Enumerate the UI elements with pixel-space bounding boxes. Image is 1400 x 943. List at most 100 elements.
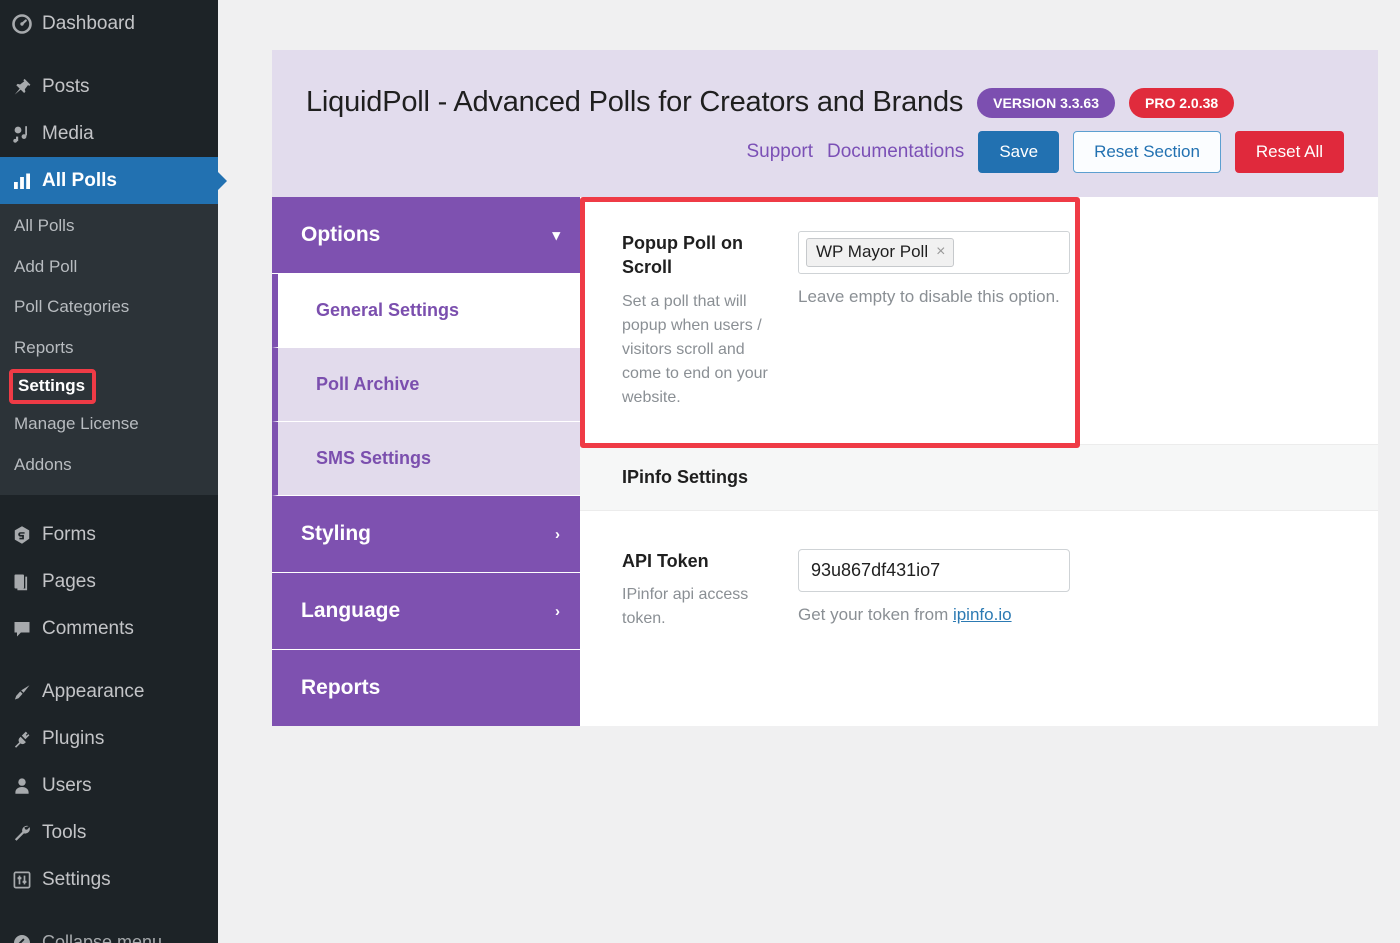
version-badge: VERSION 3.3.63 (977, 87, 1115, 118)
sidebar-label: Tools (42, 821, 87, 843)
popup-poll-help: Leave empty to disable this option. (798, 287, 1060, 306)
popup-poll-select[interactable]: WP Mayor Poll × (798, 231, 1070, 274)
sidebar-divider (0, 495, 218, 511)
sidebar-item-posts[interactable]: Posts (0, 63, 218, 110)
plug-icon (12, 729, 42, 749)
sidebar-item-tools[interactable]: Tools (0, 809, 218, 856)
media-icon (12, 124, 42, 144)
tab-styling-label: Styling (301, 522, 372, 545)
sidebar-item-all-polls[interactable]: All Polls (0, 157, 227, 204)
api-token-field-row: API Token IPinfor api access token. Get … (580, 511, 1378, 691)
sidebar-item-forms[interactable]: Forms (0, 511, 218, 558)
reset-section-button[interactable]: Reset Section (1073, 131, 1221, 173)
sidebar-label: Comments (42, 617, 134, 639)
selected-poll-label: WP Mayor Poll (816, 242, 929, 261)
sidebar-item-appearance[interactable]: Appearance (0, 668, 218, 715)
collapse-menu-label: Collapse menu (42, 932, 163, 943)
popup-poll-label-col: Popup Poll on Scroll Set a poll that wil… (622, 231, 798, 410)
tab-poll-archive[interactable]: Poll Archive (272, 348, 580, 422)
sidebar-label: Users (42, 774, 92, 796)
api-token-help-prefix: Get your token from (798, 604, 953, 624)
tab-reports-label: Reports (301, 676, 381, 699)
submenu-item-all-polls[interactable]: All Polls (0, 206, 218, 247)
sidebar-label: Posts (42, 75, 90, 97)
chevron-right-icon: › (555, 525, 560, 543)
chevron-right-icon: › (555, 602, 560, 620)
sidebar-label: Media (42, 122, 94, 144)
save-button[interactable]: Save (978, 131, 1060, 173)
support-link[interactable]: Support (746, 141, 813, 163)
submenu-item-poll-categories[interactable]: Poll Categories (0, 287, 218, 328)
ipinfo-section-header: IPinfo Settings (580, 443, 1378, 511)
sidebar-label: All Polls (42, 169, 117, 191)
tab-general-settings[interactable]: General Settings (272, 274, 580, 348)
liquidpoll-settings-panel: LiquidPoll - Advanced Polls for Creators… (272, 50, 1378, 726)
submenu-item-add-poll[interactable]: Add Poll (0, 247, 218, 288)
wrench-icon (12, 823, 42, 843)
sidebar-item-media[interactable]: Media (0, 110, 218, 157)
main-area: LiquidPoll - Advanced Polls for Creators… (218, 0, 1400, 943)
api-token-input[interactable] (798, 548, 1070, 592)
pro-badge: PRO 2.0.38 (1129, 87, 1235, 118)
api-token-control-col: Get your token from ipinfo.io (798, 548, 1070, 631)
submenu-item-manage-license[interactable]: Manage License (0, 404, 218, 445)
api-token-title: API Token (622, 550, 709, 571)
comment-icon (12, 619, 42, 639)
sidebar-label: Plugins (42, 727, 105, 749)
sidebar-item-settings[interactable]: Settings (0, 856, 218, 903)
wp-admin-sidebar: Dashboard Posts Media All Polls All Poll… (0, 0, 227, 943)
reset-all-button[interactable]: Reset All (1234, 131, 1344, 173)
tab-reports[interactable]: Reports (272, 650, 580, 726)
sidebar-label: Pages (42, 570, 96, 592)
forms-icon (12, 525, 42, 545)
tab-language-label: Language (301, 599, 401, 622)
sidebar-label: Appearance (42, 680, 145, 702)
submenu-item-reports[interactable]: Reports (0, 328, 218, 369)
sliders-icon (12, 870, 42, 890)
settings-content: Popup Poll on Scroll Set a poll that wil… (580, 197, 1378, 726)
brush-icon (12, 682, 42, 702)
dashboard-icon (12, 13, 42, 34)
collapse-menu-button[interactable]: Collapse menu (0, 919, 218, 943)
sidebar-item-plugins[interactable]: Plugins (0, 715, 218, 762)
sidebar-label: Settings (42, 868, 111, 890)
selected-poll-chip[interactable]: WP Mayor Poll × (806, 238, 955, 267)
submenu-item-settings[interactable]: Settings (9, 368, 97, 405)
sidebar-label: Forms (42, 523, 96, 545)
tab-sms-settings[interactable]: SMS Settings (272, 422, 580, 496)
sidebar-item-pages[interactable]: Pages (0, 558, 218, 605)
tab-options-label: Options (301, 223, 381, 246)
ipinfo-section-title: IPinfo Settings (622, 466, 748, 487)
plugin-header: LiquidPoll - Advanced Polls for Creators… (272, 50, 1378, 197)
sidebar-divider (0, 652, 218, 668)
ipinfo-link[interactable]: ipinfo.io (953, 605, 1012, 624)
tab-options[interactable]: Options ▾ (272, 197, 580, 274)
sidebar-divider (0, 903, 218, 919)
remove-chip-icon[interactable]: × (936, 243, 945, 261)
user-icon (12, 776, 42, 796)
collapse-arrow-icon (12, 933, 42, 943)
sidebar-divider (0, 47, 218, 63)
page-title: LiquidPoll - Advanced Polls for Creators… (306, 86, 964, 118)
settings-tabs: Options ▾ General Settings Poll Archive … (272, 197, 580, 726)
sidebar-label: Dashboard (42, 12, 135, 34)
pages-icon (12, 572, 42, 592)
popup-poll-field-row: Popup Poll on Scroll Set a poll that wil… (580, 197, 1378, 448)
all-polls-submenu: All Polls Add Poll Poll Categories Repor… (0, 204, 218, 496)
title-row: LiquidPoll - Advanced Polls for Creators… (306, 86, 1344, 119)
sidebar-item-users[interactable]: Users (0, 762, 218, 809)
wp-admin-screen: Dashboard Posts Media All Polls All Poll… (0, 0, 1400, 943)
popup-poll-control-col: WP Mayor Poll × Leave empty to disable t… (798, 231, 1070, 410)
sidebar-item-comments[interactable]: Comments (0, 605, 218, 652)
api-token-description: IPinfor api access token. (622, 585, 749, 627)
submenu-item-settings-wrapper: Settings (0, 368, 218, 405)
submenu-item-addons[interactable]: Addons (0, 445, 218, 486)
settings-body: Options ▾ General Settings Poll Archive … (272, 197, 1378, 726)
chevron-down-icon: ▾ (552, 226, 560, 244)
popup-poll-description: Set a poll that will popup when users / … (622, 292, 768, 406)
sidebar-item-dashboard[interactable]: Dashboard (0, 0, 218, 47)
documentations-link[interactable]: Documentations (827, 141, 964, 163)
tab-language[interactable]: Language › (272, 573, 580, 650)
header-actions: Support Documentations Save Reset Sectio… (306, 131, 1344, 173)
tab-styling[interactable]: Styling › (272, 496, 580, 573)
